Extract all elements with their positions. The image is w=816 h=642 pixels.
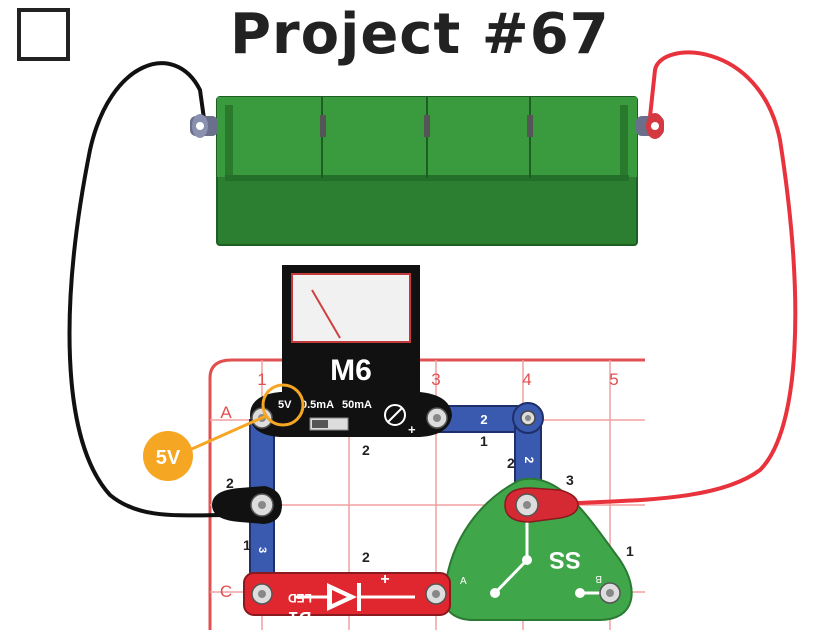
circuit-diagram: 1 2 3 4 5 A B C 3 1 2: [67, 50, 798, 630]
ss-pin-a: A: [460, 576, 467, 587]
level-top-right: 1: [480, 433, 488, 449]
grid-col-4: 4: [522, 370, 531, 389]
black-clip[interactable]: [212, 486, 282, 524]
level-left-top: 2: [226, 475, 234, 491]
grid-row-c: C: [220, 582, 232, 601]
meter-label: M6: [330, 354, 372, 387]
level-red-clip: 3: [566, 472, 574, 488]
led-label: D1: [288, 608, 311, 628]
grid-col-5: 5: [609, 370, 618, 389]
level-right: 2: [507, 455, 515, 471]
meter-m6: M6 5V 0.5mA 50mA +: [250, 265, 452, 437]
level-meter: 2: [362, 442, 370, 458]
level-led: 2: [362, 549, 370, 565]
wire-top-right-number: 2: [480, 412, 487, 427]
grid-col-3: 3: [431, 370, 440, 389]
wire-left-number: 3: [256, 547, 268, 553]
led-plus: +: [380, 571, 389, 588]
meter-scale-5v: 5V: [278, 399, 292, 411]
level-left-low: 1: [243, 537, 251, 553]
battery-terminal-positive[interactable]: [636, 113, 664, 139]
grid-col-1: 1: [257, 370, 266, 389]
led-d1: LED D1 +: [243, 571, 451, 628]
meter-plus: +: [408, 422, 416, 437]
wire-right-number: 2: [522, 457, 536, 464]
meter-scale-05ma: 0.5mA: [301, 399, 334, 411]
meter-scale-50ma: 50mA: [342, 399, 372, 411]
red-clip[interactable]: [504, 487, 579, 523]
grid-row-a: A: [220, 403, 232, 422]
led-sublabel: LED: [288, 591, 312, 605]
battery-holder: [216, 96, 638, 246]
battery-terminal-negative[interactable]: [190, 114, 218, 138]
ss-pin-b: B: [595, 573, 602, 584]
ss-label: SS: [549, 546, 581, 573]
level-ss: 1: [626, 543, 634, 559]
callout-label: 5V: [156, 447, 181, 469]
